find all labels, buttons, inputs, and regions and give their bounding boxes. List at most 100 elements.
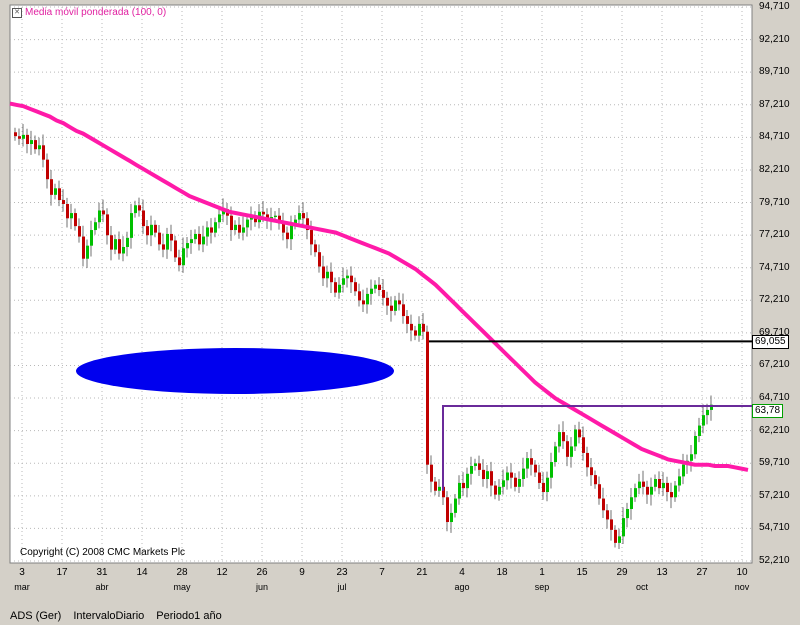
candle-down	[490, 471, 493, 486]
candle-up	[458, 482, 461, 499]
candle-up	[38, 145, 41, 150]
candle-up	[122, 246, 125, 254]
candle-up	[194, 233, 197, 240]
candle-down	[646, 486, 649, 495]
x-tick-label: 27	[696, 567, 708, 578]
candle-down	[118, 239, 121, 254]
x-month-label: abr	[95, 582, 109, 592]
status-symbol: ADS (Ger)	[10, 610, 62, 622]
candle-up	[86, 245, 89, 259]
candle-down	[610, 519, 613, 530]
candle-down	[34, 140, 37, 150]
candle-down	[666, 482, 669, 493]
y-tick-label: 57,210	[759, 489, 790, 501]
candle-down	[482, 469, 485, 480]
candle-down	[82, 236, 85, 259]
y-tick-label: 67,210	[759, 359, 790, 371]
x-tick-label: 15	[576, 567, 588, 578]
candle-down	[318, 252, 321, 267]
candle-up	[134, 205, 137, 214]
candle-up	[526, 458, 529, 469]
y-tick-label: 74,710	[759, 261, 790, 273]
price-tag-last: 63,78	[752, 404, 784, 419]
candle-up	[570, 446, 573, 457]
legend-label: Media móvil ponderada (100, 0)	[25, 7, 167, 18]
candle-up	[622, 518, 625, 537]
candle-down	[390, 305, 393, 311]
candle-down	[62, 200, 65, 204]
x-tick-label: 13	[656, 567, 668, 578]
x-month-label: oct	[635, 582, 648, 592]
candle-down	[58, 188, 61, 201]
candle-up	[518, 479, 521, 487]
candle-up	[326, 271, 329, 279]
close-icon[interactable]: ✕	[12, 7, 22, 18]
candle-up	[374, 284, 377, 289]
candle-up	[130, 213, 133, 238]
candle-up	[650, 486, 653, 495]
candle-up	[366, 293, 369, 305]
blue-ellipse-annotation	[76, 348, 394, 394]
candle-down	[462, 482, 465, 489]
candle-down	[262, 211, 265, 215]
candle-down	[330, 271, 333, 283]
candle-up	[466, 473, 469, 489]
candle-down	[350, 275, 353, 283]
candle-down	[410, 323, 413, 331]
candle-up	[654, 479, 657, 487]
candle-up	[346, 275, 349, 279]
x-tick-label: 10	[736, 567, 748, 578]
candle-up	[546, 477, 549, 493]
candle-down	[382, 289, 385, 298]
candle-up	[618, 536, 621, 543]
x-tick-label: 14	[136, 567, 148, 578]
candle-down	[402, 304, 405, 317]
candle-up	[450, 512, 453, 523]
candle-down	[434, 481, 437, 491]
candle-up	[214, 222, 217, 233]
candle-down	[102, 210, 105, 215]
y-tick-label: 54,710	[759, 522, 790, 534]
candle-down	[658, 479, 661, 489]
candle-down	[170, 233, 173, 241]
candle-up	[202, 236, 205, 245]
candle-up	[54, 188, 57, 195]
candle-up	[94, 222, 97, 231]
candle-down	[314, 244, 317, 253]
candle-down	[562, 432, 565, 442]
candle-down	[494, 485, 497, 495]
candle-down	[542, 482, 545, 493]
status-period: Periodo1 año	[156, 610, 222, 622]
candle-down	[642, 481, 645, 487]
candle-down	[586, 452, 589, 468]
x-tick-label: 12	[216, 567, 228, 578]
candle-up	[558, 432, 561, 447]
candle-down	[154, 224, 157, 233]
candle-down	[142, 210, 145, 227]
candle-up	[574, 429, 577, 447]
candle-down	[42, 145, 45, 160]
y-tick-label: 92,210	[759, 33, 790, 45]
candle-down	[106, 214, 109, 236]
y-tick-label: 52,210	[759, 555, 790, 566]
candle-down	[302, 213, 305, 219]
candle-down	[422, 323, 425, 332]
x-tick-label: 4	[459, 567, 465, 578]
legend: ✕ Media móvil ponderada (100, 0)	[12, 7, 166, 18]
candle-down	[74, 213, 77, 227]
candle-down	[334, 282, 337, 293]
candle-down	[426, 331, 429, 465]
candle-down	[50, 179, 53, 195]
x-tick-label: 3	[19, 567, 25, 578]
y-tick-label: 87,210	[759, 98, 790, 110]
candle-down	[386, 297, 389, 306]
x-tick-label: 28	[176, 567, 188, 578]
candle-down	[414, 330, 417, 336]
candle-up	[502, 480, 505, 487]
y-tick-label: 89,710	[759, 66, 790, 78]
copyright-text: Copyright (C) 2008 CMC Markets Plc	[20, 547, 186, 558]
candle-up	[30, 140, 33, 145]
candle-up	[182, 248, 185, 266]
x-tick-label: 1	[539, 567, 545, 578]
candle-down	[514, 477, 517, 487]
